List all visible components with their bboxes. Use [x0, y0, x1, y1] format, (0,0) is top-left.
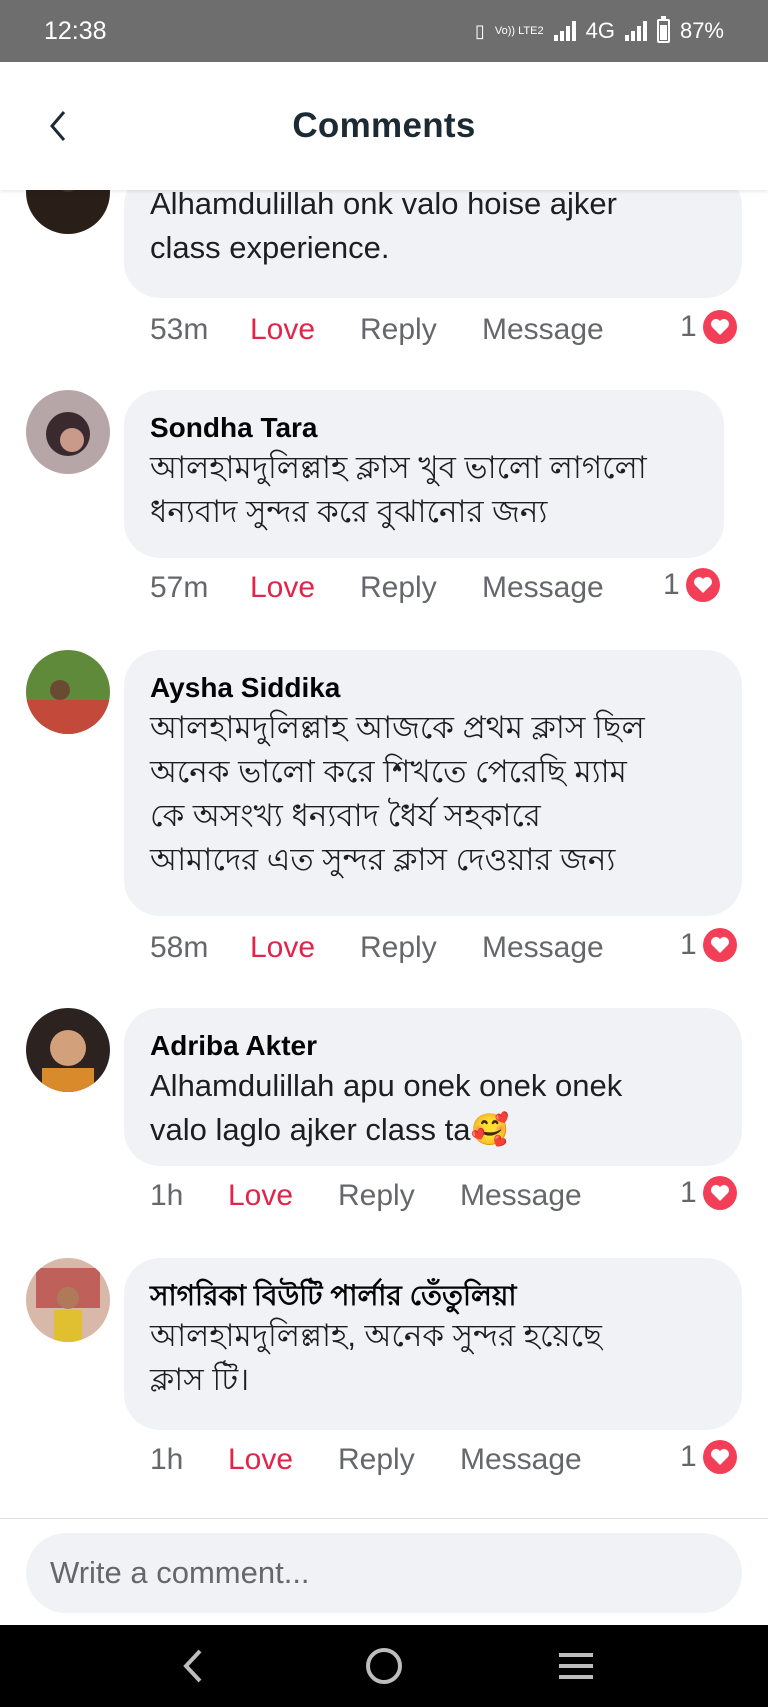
reaction-summary[interactable]: 1 [680, 928, 737, 962]
comment-text: Alhamdulillah onk valo hoise ajker class… [150, 186, 617, 265]
message-button[interactable]: Message [482, 931, 604, 965]
reaction-summary[interactable]: 1 [680, 1176, 737, 1210]
reaction-count: 1 [680, 1440, 697, 1473]
comment-input[interactable] [26, 1533, 742, 1613]
message-button[interactable]: Message [460, 1179, 582, 1213]
avatar[interactable] [26, 650, 110, 734]
comment-actions: 1h Love Reply Message [150, 1176, 582, 1216]
heart-icon [685, 568, 720, 602]
comment-author[interactable]: Sondha Tara [150, 410, 698, 446]
reply-button[interactable]: Reply [360, 571, 482, 605]
signal-icon-2 [624, 21, 647, 41]
comment-actions: 53m Love Reply Message [150, 310, 604, 350]
comment-text: আলহামদুলিল্লাহ ক্লাস খুব ভালো লাগলো ধন্য… [150, 450, 647, 529]
comment-text: Alhamdulillah apu onek onek onek valo la… [150, 1068, 623, 1147]
reply-button[interactable]: Reply [360, 313, 482, 347]
comment-bubble[interactable]: Sondha Tara আলহামদুলিল্লাহ ক্লাস খুব ভাল… [124, 390, 724, 558]
heart-icon [702, 1440, 737, 1474]
network-type: 4G [585, 18, 615, 43]
page-title: Comments [292, 106, 476, 145]
reply-button[interactable]: Reply [360, 931, 482, 965]
battery-icon [656, 16, 670, 43]
reaction-count: 1 [680, 310, 697, 343]
reply-button[interactable]: Reply [338, 1443, 460, 1477]
heart-icon [702, 1176, 737, 1210]
love-button[interactable]: Love [228, 1179, 338, 1213]
status-icons: ▯ Vo)) LTE2 4G 87% [474, 16, 724, 44]
comment-actions: 57m Love Reply Message [150, 568, 604, 608]
comment-author[interactable]: Aysha Siddika [150, 670, 716, 706]
comment-time: 58m [150, 931, 209, 964]
comment-actions: 58m Love Reply Message [150, 928, 604, 968]
back-icon[interactable] [168, 1641, 218, 1691]
heart-icon [702, 928, 737, 962]
love-button[interactable]: Love [250, 313, 360, 347]
comment-time: 57m [150, 571, 209, 604]
message-button[interactable]: Message [482, 571, 604, 605]
comment-composer [0, 1518, 768, 1626]
heart-icon [702, 310, 737, 344]
reaction-summary[interactable]: 1 [680, 310, 737, 344]
status-bar: 12:38 ▯ Vo)) LTE2 4G 87% [0, 0, 768, 62]
avatar[interactable] [26, 1258, 110, 1342]
recents-icon[interactable] [551, 1641, 601, 1691]
comment-author[interactable]: Adriba Akter [150, 1028, 716, 1064]
reaction-count: 1 [663, 568, 680, 601]
reply-button[interactable]: Reply [338, 1179, 460, 1213]
volte-label: Vo)) LTE2 [494, 24, 544, 37]
comment-bubble[interactable]: Adriba Akter Alhamdulillah apu onek onek… [124, 1008, 742, 1166]
home-icon[interactable] [359, 1641, 409, 1691]
comment-text: আলহামদুলিল্লাহ আজকে প্রথম ক্লাস ছিল অনেক… [150, 710, 645, 877]
signal-icon [553, 21, 576, 41]
avatar[interactable] [26, 390, 110, 474]
comment-time: 53m [150, 313, 209, 346]
comment-bubble[interactable]: সাগরিকা বিউটি পার্লার তেঁতুলিয়া আলহামদু… [124, 1258, 742, 1430]
vibrate-icon: ▯ [474, 20, 485, 41]
comment-bubble[interactable]: Aysha Siddika আলহামদুলিল্লাহ আজকে প্রথম … [124, 650, 742, 916]
reaction-summary[interactable]: 1 [680, 1440, 737, 1474]
system-nav-bar [0, 1625, 768, 1707]
message-button[interactable]: Message [460, 1443, 582, 1477]
love-button[interactable]: Love [250, 931, 360, 965]
reaction-count: 1 [680, 1176, 697, 1209]
status-time: 12:38 [44, 16, 107, 45]
comment-time: 1h [150, 1179, 184, 1212]
battery-percent: 87% [679, 18, 724, 43]
comment-text: আলহামদুলিল্লাহ, অনেক সুন্দর হয়েছে ক্লাস… [150, 1318, 602, 1397]
comment-time: 1h [150, 1443, 184, 1476]
love-button[interactable]: Love [228, 1443, 338, 1477]
love-button[interactable]: Love [250, 571, 360, 605]
reaction-summary[interactable]: 1 [663, 568, 720, 602]
comment-author[interactable]: সাগরিকা বিউটি পার্লার তেঁতুলিয়া [150, 1278, 716, 1314]
comment-actions: 1h Love Reply Message [150, 1440, 582, 1480]
avatar[interactable] [26, 1008, 110, 1092]
reaction-count: 1 [680, 928, 697, 961]
comments-header: Comments [0, 62, 768, 190]
message-button[interactable]: Message [482, 313, 604, 347]
